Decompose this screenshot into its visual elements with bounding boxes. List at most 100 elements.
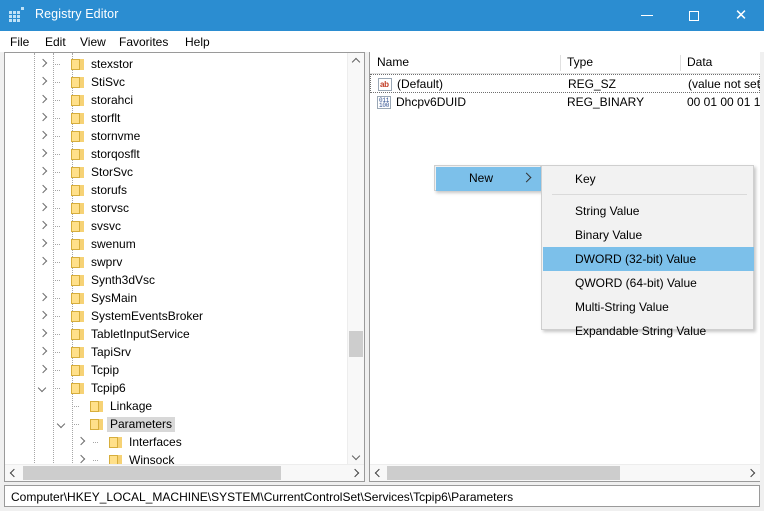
chevron-right-icon[interactable]: [38, 185, 48, 195]
chevron-right-icon[interactable]: [38, 293, 48, 303]
chevron-right-icon[interactable]: [38, 77, 48, 87]
menu-help[interactable]: Help: [183, 34, 212, 50]
tree-item-stornvme[interactable]: stornvme: [5, 127, 345, 145]
tree-item-stexstor[interactable]: stexstor: [5, 55, 345, 73]
chevron-right-icon: [350, 468, 360, 478]
tree-item-storvsc[interactable]: storvsc: [5, 199, 345, 217]
folder-icon: [71, 346, 84, 358]
tree-hscroll-thumb[interactable]: [23, 466, 281, 480]
chevron-down-icon: [351, 451, 361, 461]
tree-vertical-scrollbar[interactable]: [347, 53, 364, 465]
tree-item-interfaces[interactable]: Interfaces: [5, 433, 345, 451]
tree-item-storufs[interactable]: storufs: [5, 181, 345, 199]
tree-item-storahci[interactable]: storahci: [5, 91, 345, 109]
tree-item-swenum[interactable]: swenum: [5, 235, 345, 253]
tree-item-tabletinputservice[interactable]: TabletInputService: [5, 325, 345, 343]
list-horizontal-scrollbar[interactable]: [370, 464, 760, 481]
folder-icon: [71, 220, 84, 232]
chevron-right-icon[interactable]: [38, 311, 48, 321]
menu-item-string-value[interactable]: String Value: [543, 199, 754, 223]
menu-item-key[interactable]: Key: [543, 167, 754, 191]
chevron-right-icon[interactable]: [38, 149, 48, 159]
tree-item-tapisrv[interactable]: TapiSrv: [5, 343, 345, 361]
column-header-type[interactable]: Type: [560, 52, 680, 73]
chevron-right-icon[interactable]: [38, 59, 48, 69]
list-scroll-left-button[interactable]: [370, 465, 387, 481]
tree-connector: [55, 208, 60, 210]
menu-item-qword-64-bit-value[interactable]: QWORD (64-bit) Value: [543, 271, 754, 295]
folder-icon: [71, 310, 84, 322]
tree-item-stisvc[interactable]: StiSvc: [5, 73, 345, 91]
status-path: Computer\HKEY_LOCAL_MACHINE\SYSTEM\Curre…: [11, 490, 514, 504]
registry-editor-window: Registry Editor ✕ File Edit View Favorites H…: [0, 0, 764, 511]
tree-item-parameters[interactable]: Parameters: [5, 415, 345, 433]
tree-item-tcpip6[interactable]: Tcpip6: [5, 379, 345, 397]
table-row[interactable]: 011 100 Dhcpv6DUID REG_BINARY 00 01 00 01 1e: [370, 93, 760, 112]
close-button[interactable]: ✕: [718, 0, 764, 31]
tree-item-storqosflt[interactable]: storqosflt: [5, 145, 345, 163]
tree-item-storflt[interactable]: storflt: [5, 109, 345, 127]
tree-item-label: Tcpip: [91, 363, 120, 377]
chevron-right-icon[interactable]: [38, 239, 48, 249]
tree-item-synth3dvsc[interactable]: Synth3dVsc: [5, 271, 345, 289]
chevron-right-icon[interactable]: [38, 365, 48, 375]
tree-connector: [55, 136, 60, 138]
tree-item-svsvc[interactable]: svsvc: [5, 217, 345, 235]
chevron-down-icon[interactable]: [38, 383, 48, 393]
menu-file[interactable]: File: [8, 34, 31, 50]
tree-item-linkage[interactable]: Linkage: [5, 397, 345, 415]
context-menu-new-label: New: [469, 171, 494, 185]
folder-icon: [71, 292, 84, 304]
menu-item-binary-value[interactable]: Binary Value: [543, 223, 754, 247]
tree-scroll-down-button[interactable]: [348, 448, 364, 465]
menu-edit[interactable]: Edit: [43, 34, 68, 50]
column-divider[interactable]: [560, 55, 561, 71]
tree-scroll-right-button[interactable]: [347, 465, 364, 481]
list-scroll-right-button[interactable]: [743, 465, 760, 481]
tree-item-label: Interfaces: [129, 435, 182, 449]
cell-type: REG_SZ: [568, 77, 617, 91]
chevron-right-icon[interactable]: [38, 167, 48, 177]
tree-connector: [74, 424, 79, 426]
column-header-name[interactable]: Name: [370, 52, 560, 73]
menu-view[interactable]: View: [78, 34, 108, 50]
menu-item-expandable-string-value[interactable]: Expandable String Value: [543, 319, 754, 343]
maximize-button[interactable]: [672, 0, 718, 31]
minimize-button[interactable]: [626, 0, 672, 31]
chevron-down-icon[interactable]: [57, 419, 67, 429]
menu-favorites[interactable]: Favorites: [117, 34, 170, 50]
tree-item-sysmain[interactable]: SysMain: [5, 289, 345, 307]
tree-item-label: stexstor: [91, 57, 134, 71]
tree-item-tcpip[interactable]: Tcpip: [5, 361, 345, 379]
table-row[interactable]: ab (Default) REG_SZ (value not set): [370, 74, 760, 93]
chevron-right-icon[interactable]: [38, 221, 48, 231]
tree-item-swprv[interactable]: swprv: [5, 253, 345, 271]
folder-icon: [71, 328, 84, 340]
column-header-data[interactable]: Data: [680, 52, 760, 73]
tree-item-label: storflt: [91, 111, 121, 125]
folder-icon: [109, 436, 122, 448]
tree-scroll-left-button[interactable]: [5, 465, 22, 481]
chevron-right-icon[interactable]: [38, 347, 48, 357]
chevron-right-icon[interactable]: [38, 257, 48, 267]
cell-data: 00 01 00 01 1e: [687, 95, 760, 109]
chevron-right-icon[interactable]: [76, 437, 86, 447]
tree-scroll-up-button[interactable]: [348, 53, 364, 70]
tree-connector: [55, 298, 60, 300]
menu-item-multi-string-value[interactable]: Multi-String Value: [543, 295, 754, 319]
tree-horizontal-scrollbar[interactable]: [5, 464, 364, 481]
chevron-right-icon[interactable]: [38, 113, 48, 123]
close-icon: ✕: [734, 6, 748, 24]
chevron-right-icon[interactable]: [38, 329, 48, 339]
folder-icon: [71, 256, 84, 268]
menu-item-dword-32-bit-value[interactable]: DWORD (32-bit) Value: [543, 247, 754, 271]
chevron-right-icon[interactable]: [38, 203, 48, 213]
chevron-right-icon[interactable]: [38, 131, 48, 141]
tree-item-storsvc[interactable]: StorSvc: [5, 163, 345, 181]
tree-item-systemeventsbroker[interactable]: SystemEventsBroker: [5, 307, 345, 325]
registry-tree-pane[interactable]: stexstor StiSvc storahci storflt stornvme sto…: [4, 52, 365, 482]
chevron-right-icon[interactable]: [38, 95, 48, 105]
tree-vscroll-thumb[interactable]: [349, 331, 363, 357]
column-divider[interactable]: [680, 55, 681, 71]
list-hscroll-thumb[interactable]: [387, 466, 620, 480]
